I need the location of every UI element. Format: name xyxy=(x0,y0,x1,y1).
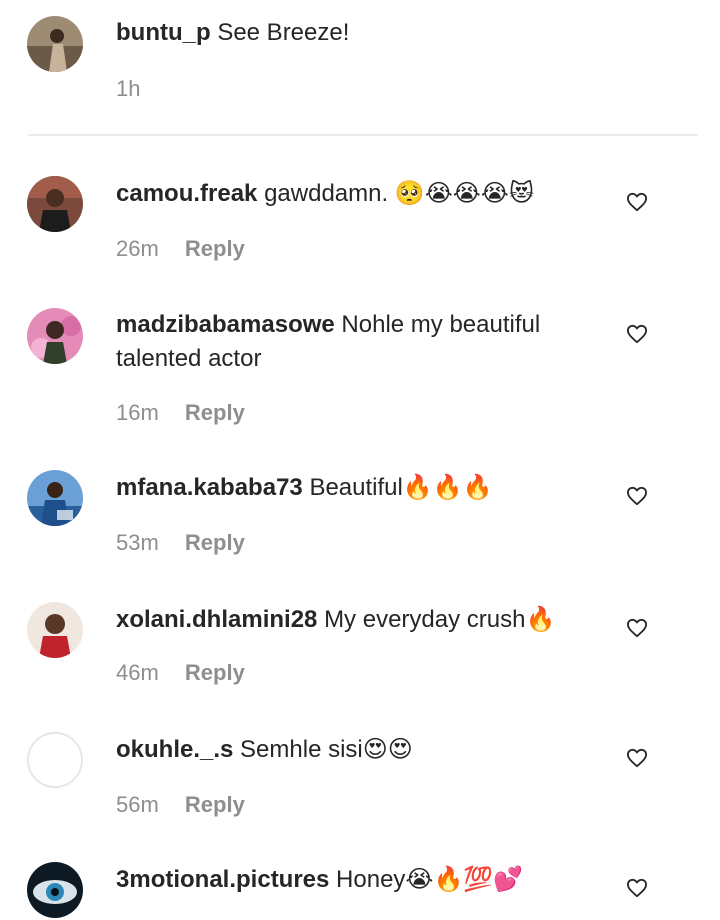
avatar-eye-photo-icon xyxy=(27,862,83,918)
comment-username[interactable]: 3motional.pictures xyxy=(116,866,329,893)
reply-button[interactable]: Reply xyxy=(185,530,245,555)
comment-item: buntu_p See Breeze! 1h xyxy=(0,0,720,134)
comment-username[interactable]: madzibabamasowe xyxy=(116,311,335,338)
reply-button[interactable]: Reply xyxy=(185,400,245,425)
comment-meta: 1h xyxy=(116,76,160,102)
heart-icon xyxy=(627,486,647,506)
comment-body: Beautiful xyxy=(309,474,403,501)
comment-meta: 46m Reply xyxy=(116,660,245,686)
avatar-photo-icon xyxy=(27,16,83,72)
comment-emoji: 🥺😭😭😭😻 xyxy=(394,179,534,207)
comment-body: My everyday crush xyxy=(324,606,526,633)
like-button[interactable] xyxy=(626,192,648,212)
comment-text: xolani.dhlamini28 My everyday crush🔥 xyxy=(116,602,596,637)
comment-username[interactable]: buntu_p xyxy=(116,19,211,46)
comment-text: camou.freak gawddamn. 🥺😭😭😭😻 xyxy=(116,176,596,211)
avatar[interactable] xyxy=(27,308,83,364)
like-button[interactable] xyxy=(626,618,648,638)
avatar[interactable] xyxy=(27,470,83,526)
like-button[interactable] xyxy=(626,878,648,898)
comment-text: madzibabamasowe Nohle my beautiful talen… xyxy=(116,308,596,376)
heart-icon xyxy=(627,878,647,898)
comment-text: okuhle._.s Semhle sisi😍😍 xyxy=(116,732,596,767)
like-button[interactable] xyxy=(626,486,648,506)
comment-meta: 56m Reply xyxy=(116,792,245,818)
like-button[interactable] xyxy=(626,324,648,344)
like-button[interactable] xyxy=(626,748,648,768)
avatar[interactable] xyxy=(27,16,83,72)
comment-meta: 53m Reply xyxy=(116,530,245,556)
heart-icon xyxy=(627,618,647,638)
divider xyxy=(28,134,698,136)
comment-time: 16m xyxy=(116,400,159,425)
avatar-photo-icon xyxy=(27,308,83,364)
heart-icon xyxy=(627,192,647,212)
comment-emoji: 🔥 xyxy=(525,605,556,633)
comment-body: See Breeze! xyxy=(217,19,350,46)
heart-icon xyxy=(627,324,647,344)
comment-emoji: 🔥🔥🔥 xyxy=(402,473,493,501)
comment-text: 3motional.pictures Honey😭🔥💯💕 xyxy=(116,862,596,897)
comment-username[interactable]: xolani.dhlamini28 xyxy=(116,606,317,633)
avatar[interactable] xyxy=(27,732,83,788)
comment-username[interactable]: camou.freak xyxy=(116,180,257,207)
avatar-default-icon xyxy=(29,734,81,786)
avatar[interactable] xyxy=(27,176,83,232)
comment-time: 26m xyxy=(116,236,159,261)
comment-time: 53m xyxy=(116,530,159,555)
avatar-photo-icon xyxy=(27,176,83,232)
comment-emoji: 😭🔥💯💕 xyxy=(405,865,524,893)
comment-time: 46m xyxy=(116,660,159,685)
comment-meta: 16m Reply xyxy=(116,400,245,426)
comment-time: 56m xyxy=(116,792,159,817)
comment-text: buntu_p See Breeze! xyxy=(116,16,596,50)
comment-meta: 26m Reply xyxy=(116,236,245,262)
comment-username[interactable]: okuhle._.s xyxy=(116,736,233,763)
comment-body: Honey xyxy=(336,866,406,893)
avatar-photo-icon xyxy=(27,470,83,526)
avatar-photo-icon xyxy=(27,602,83,658)
comment-time: 1h xyxy=(116,76,141,101)
comment-username[interactable]: mfana.kababa73 xyxy=(116,474,303,501)
reply-button[interactable]: Reply xyxy=(185,236,245,261)
comment-text: mfana.kababa73 Beautiful🔥🔥🔥 xyxy=(116,470,596,505)
avatar[interactable] xyxy=(27,602,83,658)
avatar[interactable] xyxy=(27,862,83,918)
comments-screen: buntu_p See Breeze! 1h camou.freak gawdd… xyxy=(0,0,720,920)
reply-button[interactable]: Reply xyxy=(185,792,245,817)
comment-emoji: 😍😍 xyxy=(362,735,413,763)
comment-body: gawddamn. xyxy=(264,180,389,207)
comment-body: Semhle sisi xyxy=(240,736,363,763)
reply-button[interactable]: Reply xyxy=(185,660,245,685)
heart-icon xyxy=(627,748,647,768)
